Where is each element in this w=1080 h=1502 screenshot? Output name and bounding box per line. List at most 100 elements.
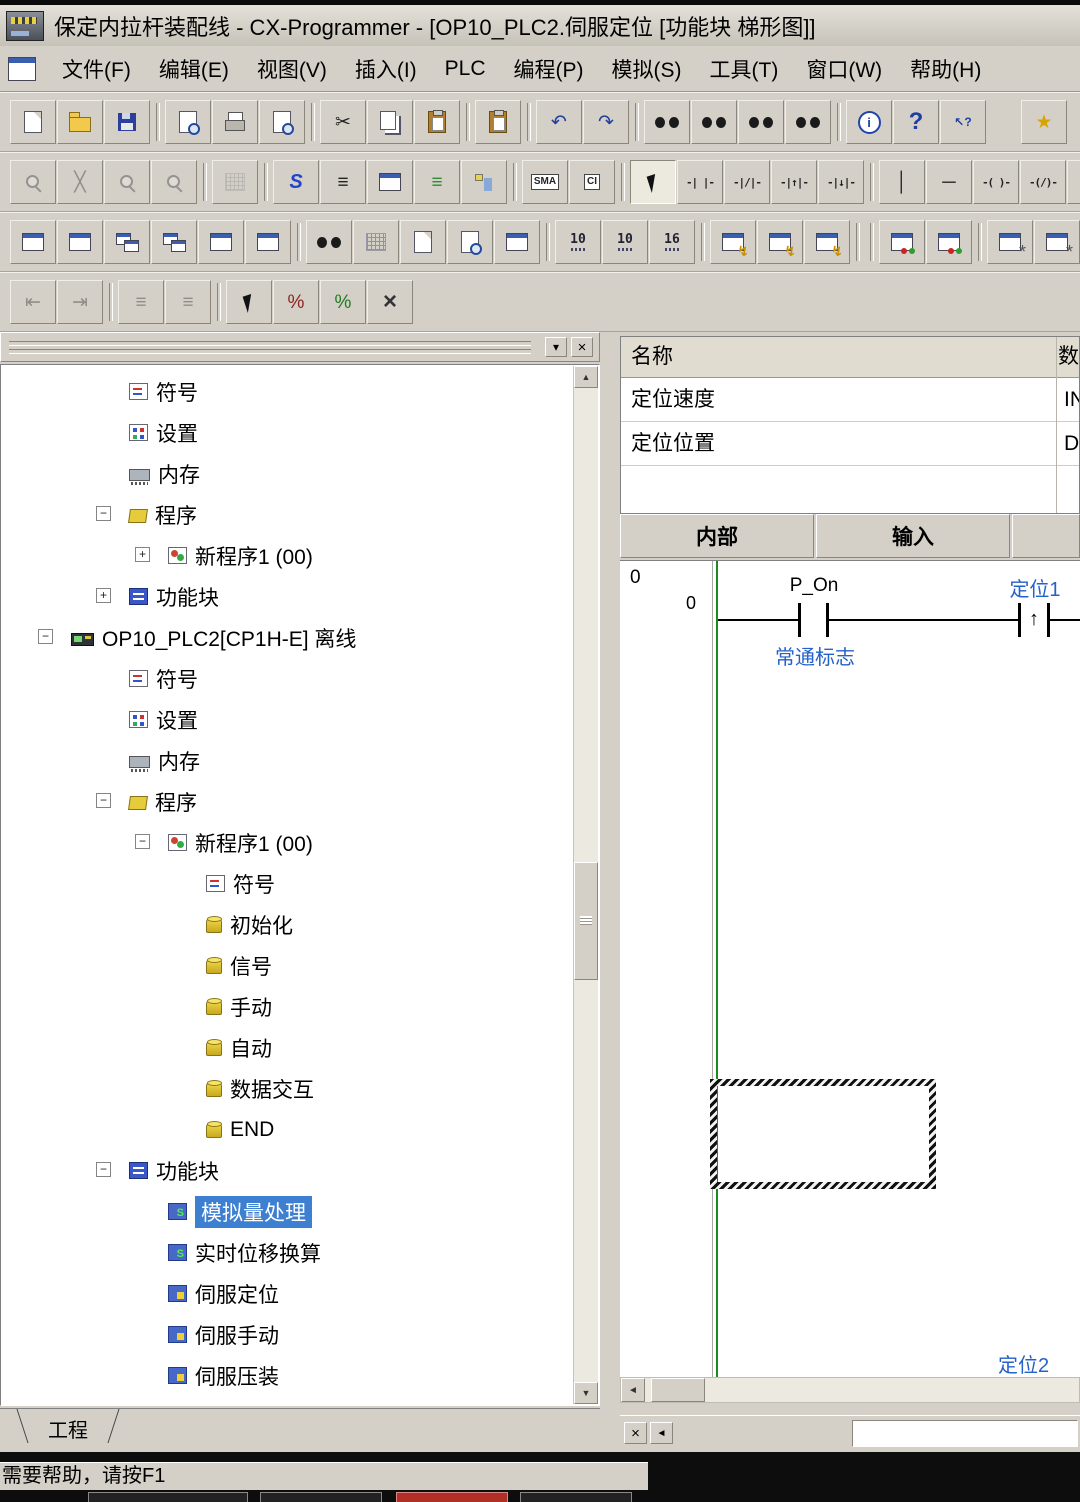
tree-item-label[interactable]: 手动 bbox=[230, 992, 272, 1022]
tree-item-label[interactable]: 内存 bbox=[158, 746, 200, 776]
menu-item-2[interactable]: 编辑(E) bbox=[145, 50, 243, 88]
print-button[interactable] bbox=[212, 100, 258, 144]
tree-item-label[interactable]: 自动 bbox=[230, 1033, 272, 1063]
cut-button[interactable]: ✂ bbox=[320, 100, 366, 144]
online-edit-button[interactable] bbox=[926, 220, 972, 264]
taskbar-button[interactable] bbox=[520, 1492, 632, 1502]
tree-item-label[interactable]: 功能块 bbox=[156, 582, 219, 612]
tree-expand-toggle[interactable]: − bbox=[135, 834, 150, 849]
tree-item-label[interactable]: END bbox=[230, 1118, 274, 1142]
drag-handle[interactable] bbox=[9, 349, 531, 354]
context-help-button[interactable]: ↖? bbox=[940, 100, 986, 144]
tree-item[interactable]: 符号 bbox=[1, 658, 573, 699]
symbol-bar-button[interactable]: ≡ bbox=[414, 160, 460, 204]
watch-points-button[interactable]: ≡ bbox=[165, 280, 211, 324]
paste-button[interactable] bbox=[414, 100, 460, 144]
workspace-close-button[interactable]: × bbox=[571, 337, 593, 357]
tree-item-label[interactable]: 程序 bbox=[155, 500, 197, 530]
tab-input[interactable]: 输入 bbox=[816, 514, 1010, 558]
tree-item[interactable]: 信号 bbox=[1, 945, 573, 986]
monitor-mode-button[interactable] bbox=[710, 220, 756, 264]
new-coil-button[interactable]: -( )- bbox=[973, 160, 1019, 204]
show-comments-button[interactable]: S bbox=[273, 160, 319, 204]
tree-item[interactable]: 符号 bbox=[1, 371, 573, 412]
tree-expand-toggle[interactable]: − bbox=[96, 1162, 111, 1177]
ci-view-button[interactable]: CI bbox=[569, 160, 615, 204]
tree-expand-toggle[interactable]: − bbox=[38, 629, 53, 644]
print-preview-button[interactable] bbox=[259, 100, 305, 144]
tree-item-label[interactable]: 符号 bbox=[233, 869, 275, 899]
window-arrange-button[interactable] bbox=[57, 220, 103, 264]
zoom-tool-button[interactable] bbox=[10, 160, 56, 204]
tree-expand-toggle[interactable]: + bbox=[135, 547, 150, 562]
tree-expand-toggle[interactable]: − bbox=[96, 506, 111, 521]
scroll-thumb[interactable] bbox=[574, 862, 598, 980]
tree-item-label[interactable]: 新程序1 (00) bbox=[195, 828, 313, 858]
tree-item[interactable]: END bbox=[1, 1109, 573, 1150]
tree-item[interactable]: +功能块 bbox=[1, 576, 573, 617]
document-window-icon[interactable] bbox=[8, 57, 36, 81]
force-cancel-button[interactable]: × bbox=[367, 280, 413, 324]
tile-windows-button[interactable] bbox=[151, 220, 197, 264]
tree-item-label[interactable]: 内存 bbox=[158, 459, 200, 489]
tree-item[interactable]: − 程序 bbox=[1, 494, 573, 535]
tree-item-label[interactable]: 实时位移换算 bbox=[195, 1238, 321, 1268]
go-to-rung-button[interactable] bbox=[226, 280, 272, 324]
taskbar-button[interactable] bbox=[260, 1492, 382, 1502]
column-header-name[interactable]: 名称 bbox=[621, 337, 1050, 377]
project-window-button[interactable] bbox=[198, 220, 244, 264]
tree-item[interactable]: −程序 bbox=[1, 781, 573, 822]
output-window-button[interactable] bbox=[245, 220, 291, 264]
tree-item[interactable]: 伺服定位 bbox=[1, 1273, 573, 1314]
find-next-button[interactable] bbox=[738, 100, 784, 144]
taskbar-button[interactable] bbox=[88, 1492, 248, 1502]
rising-transition-contact[interactable]: ↑ bbox=[1018, 603, 1050, 637]
tree-item-label[interactable]: 伺服压装 bbox=[195, 1361, 279, 1391]
new-closed-coil-button[interactable]: -(/)- bbox=[1020, 160, 1066, 204]
menu-item-7[interactable]: 模拟(S) bbox=[598, 50, 696, 88]
monitor-signed-decimal-button[interactable]: 10 bbox=[602, 220, 648, 264]
new-falling-contact-button[interactable]: -|↓|- bbox=[818, 160, 864, 204]
prev-pane-button[interactable]: ◄ bbox=[650, 1422, 673, 1444]
tab-partial[interactable] bbox=[1012, 514, 1080, 558]
table-row[interactable]: 定位位置DI bbox=[621, 422, 1079, 466]
pause-monitor-button[interactable] bbox=[757, 220, 803, 264]
tree-item[interactable]: 设置 bbox=[1, 699, 573, 740]
tab-project[interactable]: 工程 bbox=[20, 1409, 116, 1447]
force-on-button[interactable]: % bbox=[320, 280, 366, 324]
tree-item-label[interactable]: 设置 bbox=[156, 418, 198, 448]
workspace-tree-button[interactable] bbox=[461, 160, 507, 204]
scroll-down-button[interactable]: ▼ bbox=[574, 1382, 598, 1404]
workspace-dock-header[interactable]: ▾ × bbox=[0, 332, 600, 362]
save-project-button[interactable] bbox=[104, 100, 150, 144]
compare-with-plc-button[interactable] bbox=[1034, 220, 1080, 264]
work-online-button[interactable] bbox=[879, 220, 925, 264]
tree-item-label[interactable]: 程序 bbox=[155, 787, 197, 817]
workspace-menu-button[interactable]: ▾ bbox=[545, 337, 567, 357]
tree-item[interactable]: 初始化 bbox=[1, 904, 573, 945]
tab-internal[interactable]: 内部 bbox=[620, 514, 814, 558]
window-new-button[interactable] bbox=[10, 220, 56, 264]
tree-item[interactable]: 伺服压装 bbox=[1, 1355, 573, 1396]
search-all-button[interactable] bbox=[785, 100, 831, 144]
rung-bookmarks-button[interactable]: ≡ bbox=[118, 280, 164, 324]
tree-item-label[interactable]: 信号 bbox=[230, 951, 272, 981]
indent-rung-button[interactable]: ⇥ bbox=[57, 280, 103, 324]
column-header-type[interactable]: 数 bbox=[1050, 337, 1079, 377]
select-tool-button[interactable] bbox=[630, 160, 676, 204]
tree-item-label[interactable]: 符号 bbox=[156, 664, 198, 694]
horizontal-line-button[interactable]: ─ bbox=[926, 160, 972, 204]
scroll-left-button[interactable]: ◄ bbox=[621, 1378, 645, 1402]
find-button[interactable] bbox=[644, 100, 690, 144]
outdent-rung-button[interactable]: ⇤ bbox=[10, 280, 56, 324]
menu-item-5[interactable]: PLC bbox=[431, 53, 500, 85]
smart-input-button[interactable]: SMA bbox=[522, 160, 568, 204]
tree-item-label[interactable]: 新程序1 (00) bbox=[195, 541, 313, 571]
open-contact-p-on[interactable] bbox=[798, 603, 829, 637]
new-open-contact-button[interactable]: -| |- bbox=[677, 160, 723, 204]
tree-item-label[interactable]: 数据交互 bbox=[230, 1074, 314, 1104]
tree-item[interactable]: 实时位移换算 bbox=[1, 1232, 573, 1273]
tree-item[interactable]: 内存 bbox=[1, 453, 573, 494]
undo-button[interactable]: ↶ bbox=[536, 100, 582, 144]
menu-item-3[interactable]: 视图(V) bbox=[243, 50, 341, 88]
